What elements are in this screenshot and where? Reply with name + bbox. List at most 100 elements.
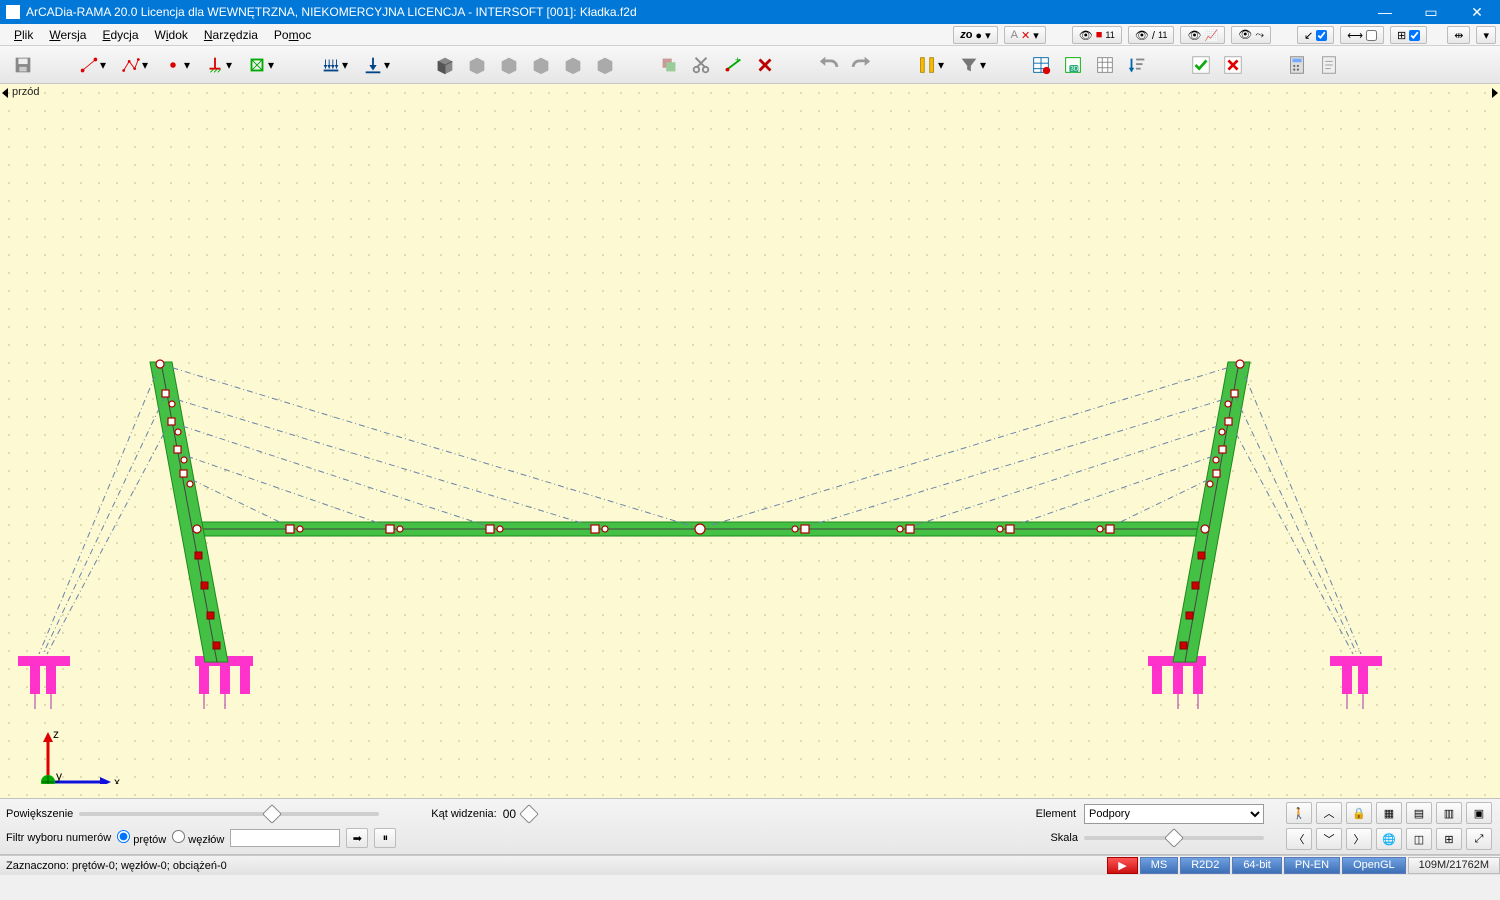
draw-polyline-icon[interactable]: ▾ [114, 50, 154, 80]
menu-wersja[interactable]: Wersja [41, 26, 94, 44]
zoom-slider[interactable] [79, 812, 379, 816]
minimize-button[interactable]: — [1362, 0, 1408, 24]
ax-button[interactable]: A✕ ▾ [1004, 26, 1046, 44]
status-pnen[interactable]: PN-EN [1284, 857, 1340, 874]
filter-pause-button[interactable]: ⏸ [374, 828, 396, 848]
cube-2-icon[interactable] [462, 50, 492, 80]
copy-icon[interactable] [654, 50, 684, 80]
paste-icon[interactable]: + [718, 50, 748, 80]
cube-5-icon[interactable] [558, 50, 588, 80]
status-r2d2[interactable]: R2D2 [1180, 857, 1230, 874]
zo-dropdown[interactable]: zo ● ▾ [953, 26, 997, 44]
angle-label: Kąt widzenia: [431, 808, 496, 820]
support-pylon-left [195, 656, 253, 709]
support-anchor-right [1330, 656, 1382, 709]
svg-text:3D: 3D [1070, 65, 1079, 72]
scroll-right-icon[interactable] [1492, 88, 1498, 98]
status-opengl[interactable]: OpenGL [1342, 857, 1406, 874]
menu-widok[interactable]: Widok [147, 26, 196, 44]
calculator-icon[interactable] [1282, 50, 1312, 80]
filter-icon[interactable]: ▾ [952, 50, 992, 80]
report-icon[interactable] [1314, 50, 1344, 80]
nav-person-icon[interactable]: 🚶 [1286, 802, 1312, 824]
angle-slider[interactable] [522, 812, 536, 816]
redo-icon[interactable] [846, 50, 876, 80]
nav-left-icon[interactable]: 〈 [1286, 828, 1312, 850]
checkbox-2[interactable]: ⟷ [1340, 26, 1384, 44]
cube-front-icon[interactable] [430, 50, 460, 80]
table-icon[interactable] [1026, 50, 1056, 80]
nav-grid4-icon[interactable]: ▣ [1466, 802, 1492, 824]
nav-grid3-icon[interactable]: ▥ [1436, 802, 1462, 824]
filter-go-button[interactable]: ➡ [346, 828, 368, 848]
nav-globe-icon[interactable]: 🌐 [1376, 828, 1402, 850]
element-combo[interactable]: Podpory [1084, 804, 1264, 824]
load-distributed-icon[interactable]: ▾ [314, 50, 354, 80]
bottom-panel: Powiększenie Kąt widzenia: 00 Element Po… [0, 799, 1500, 855]
mirror-button[interactable]: ⇹ [1447, 26, 1470, 44]
nav-lock-icon[interactable]: 🔒 [1346, 802, 1372, 824]
eye-dot-11[interactable]: 👁 ■11 [1072, 26, 1122, 44]
status-ms[interactable]: MS [1140, 857, 1179, 874]
measure-icon[interactable]: ▾ [910, 50, 950, 80]
eye-chart[interactable]: 👁 📈 [1180, 26, 1225, 44]
window-title: ArCADia-RAMA 20.0 Licencja dla WEWNĘTRZN… [26, 5, 1362, 19]
svg-text:+: + [735, 55, 740, 65]
model-viewport[interactable]: przód [0, 84, 1500, 799]
status-memory: 109M/21762M [1408, 857, 1500, 874]
svg-text:z: z [53, 727, 59, 741]
checkbox-3[interactable]: ⊞ [1390, 26, 1427, 44]
eye-slash-11[interactable]: 👁 /11 [1128, 26, 1175, 44]
nav-grid2-icon[interactable]: ▤ [1406, 802, 1432, 824]
support-tool-icon[interactable]: ▾ [198, 50, 238, 80]
grid-icon[interactable] [1090, 50, 1120, 80]
delete-icon[interactable] [750, 50, 780, 80]
nav-g3-icon[interactable]: ⊞ [1436, 828, 1462, 850]
nav-g4-icon[interactable]: ⤢ [1466, 828, 1492, 850]
element-label: Element [1036, 808, 1076, 820]
menubar: Plik Wersja Edycja Widok Narzędzia Pomoc… [0, 24, 1500, 46]
frame-tool-icon[interactable]: ▾ [240, 50, 280, 80]
view3d-icon[interactable]: 3D [1058, 50, 1088, 80]
draw-member-icon[interactable]: ▾ [72, 50, 112, 80]
svg-text:y: y [56, 769, 62, 783]
filter-input[interactable] [230, 829, 340, 847]
cut-icon[interactable] [686, 50, 716, 80]
draw-node-icon[interactable]: ▾ [156, 50, 196, 80]
cube-6-icon[interactable] [590, 50, 620, 80]
menu-narzedzia[interactable]: Narzędzia [196, 26, 266, 44]
selection-status: Zaznaczono: prętów-0; węzłów-0; obciążeń… [6, 860, 227, 872]
check-ok-icon[interactable] [1186, 50, 1216, 80]
cube-3-icon[interactable] [494, 50, 524, 80]
nav-grid1-icon[interactable]: ▦ [1376, 802, 1402, 824]
close-button[interactable]: ✕ [1454, 0, 1500, 24]
radio-wezlow[interactable]: węzłów [172, 830, 224, 846]
load-point-icon[interactable]: ▾ [356, 50, 396, 80]
maximize-button[interactable]: ▭ [1408, 0, 1454, 24]
menu-plik[interactable]: Plik [6, 26, 41, 44]
checkbox-1[interactable]: ↙ [1297, 26, 1334, 44]
undo-icon[interactable] [814, 50, 844, 80]
nav-down-icon[interactable]: ﹀ [1316, 828, 1342, 850]
eye-path[interactable]: 👁 ⤳ [1231, 26, 1271, 44]
dropdown-last[interactable]: ▾ [1476, 26, 1496, 44]
cube-4-icon[interactable] [526, 50, 556, 80]
window-buttons: — ▭ ✕ [1362, 0, 1500, 24]
menu-pomoc[interactable]: Pomoc [266, 26, 319, 44]
structure-drawing: z x y [0, 84, 1400, 784]
sort-icon[interactable] [1122, 50, 1152, 80]
zoom-label: Powiększenie [6, 808, 73, 820]
status-record[interactable]: ▶ [1107, 857, 1137, 874]
menu-edycja[interactable]: Edycja [94, 26, 146, 44]
check-fail-icon[interactable] [1218, 50, 1248, 80]
axis-gizmo: z x y [41, 727, 120, 784]
svg-text:x: x [114, 775, 120, 784]
filter-label: Filtr wyboru numerów [6, 832, 111, 844]
nav-up-icon[interactable]: ︿ [1316, 802, 1342, 824]
nav-right-icon[interactable]: 〉 [1346, 828, 1372, 850]
nav-g2-icon[interactable]: ◫ [1406, 828, 1432, 850]
status-64bit[interactable]: 64-bit [1232, 857, 1282, 874]
save-icon[interactable] [8, 50, 38, 80]
scale-slider[interactable] [1084, 836, 1264, 840]
radio-pretow[interactable]: prętów [117, 830, 166, 846]
